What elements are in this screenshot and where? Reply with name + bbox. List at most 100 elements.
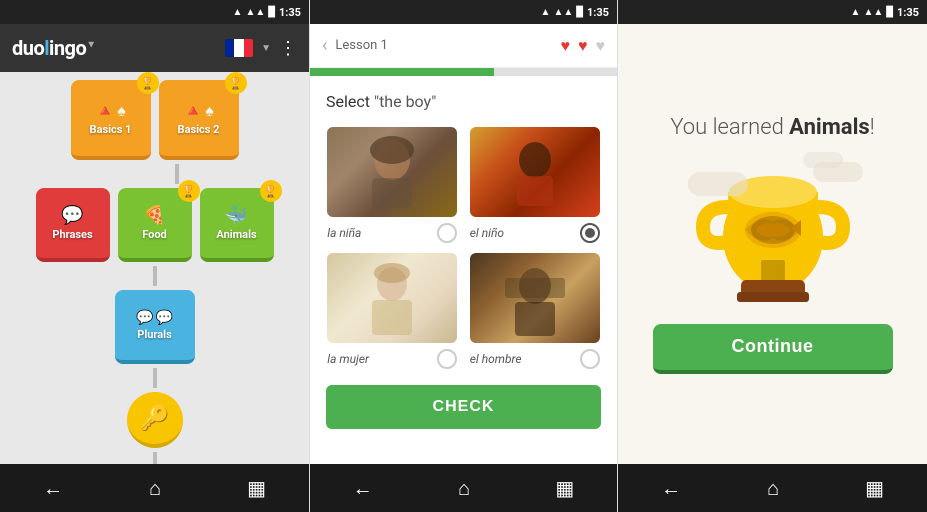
connector-4 — [153, 452, 157, 464]
skill-label-basics1: Basics 1 — [90, 123, 132, 136]
radio-mujer[interactable] — [437, 349, 457, 369]
skill-icon-basics1: 🔺 ♠ — [95, 101, 125, 121]
skill-label-food: Food — [142, 228, 167, 241]
radio-nino[interactable] — [580, 223, 600, 243]
skill-basics2[interactable]: 🏆 🔺 ♠ Basics 2 — [159, 80, 239, 160]
question-text: Select "the boy" — [326, 92, 601, 111]
choice-el-nino[interactable]: el niño — [469, 127, 602, 243]
question-quoted: "the boy" — [374, 92, 436, 111]
heart-2: ♥ — [578, 36, 588, 56]
check-button[interactable]: Check — [326, 385, 601, 429]
nav-apps-complete[interactable]: ▦ — [849, 468, 900, 508]
trophy-food: 🏆 — [178, 180, 200, 202]
cloud-left — [688, 172, 748, 196]
skill-label-basics2: Basics 2 — [178, 123, 220, 136]
time-display-map: 1:35 — [279, 6, 301, 19]
skill-label-phrases: Phrases — [52, 228, 92, 241]
woman-overlay — [327, 253, 457, 343]
signal-icon: ▲▲ — [245, 7, 265, 18]
nav-apps-map[interactable]: ▦ — [231, 468, 282, 508]
battery-icon-lesson: ▉ — [576, 7, 584, 18]
heart-3: ♥ — [596, 36, 606, 56]
nav-back-complete[interactable]: ← — [645, 468, 697, 509]
battery-icon-complete: ▉ — [886, 7, 894, 18]
nav-back-map[interactable]: ← — [27, 468, 79, 509]
choice-image-man — [470, 253, 600, 343]
flag-red-stripe — [244, 39, 253, 57]
time-display-lesson: 1:35 — [587, 6, 609, 19]
skills-row-2: 💬 Phrases 🏆 🍕 Food 🏆 🐳 Animals — [36, 188, 274, 262]
completion-content: You learned Animals! — [618, 24, 927, 464]
skill-map: 🏆 🔺 ♠ Basics 1 🏆 🔺 ♠ Basics 2 — [0, 72, 309, 464]
trophy-animals: 🏆 — [260, 180, 282, 202]
nav-bar-map: ← ⌂ ▦ — [0, 464, 309, 512]
radio-nina[interactable] — [437, 223, 457, 243]
skills-row-3: 💬 💬 Plurals — [115, 290, 195, 364]
continue-button[interactable]: Continue — [653, 324, 893, 374]
skill-food[interactable]: 🏆 🍕 Food — [118, 188, 192, 262]
choice-label-nino: el niño — [470, 226, 504, 240]
lesson-title: Lesson 1 — [335, 38, 552, 53]
time-display-complete: 1:35 — [897, 6, 919, 19]
battery-icon: ▉ — [268, 7, 276, 18]
lesson-header: ‹ Lesson 1 ♥ ♥ ♥ — [310, 24, 617, 68]
choice-la-nina[interactable]: la niña — [326, 127, 459, 243]
learned-suffix: ! — [870, 115, 875, 140]
choice-label-row-mujer: la mujer — [327, 349, 457, 369]
skills-row-1: 🏆 🔺 ♠ Basics 1 🏆 🔺 ♠ Basics 2 — [71, 80, 239, 160]
radio-hombre[interactable] — [580, 349, 600, 369]
nav-apps-lesson[interactable]: ▦ — [539, 468, 590, 508]
nav-back-lesson[interactable]: ← — [337, 468, 389, 509]
nav-home-complete[interactable]: ⌂ — [751, 468, 795, 509]
app-logo: duolingo▼ — [12, 36, 96, 60]
lock-node: 🔑 — [127, 392, 183, 448]
man-overlay — [470, 253, 600, 343]
trophy-basics1: 🏆 — [137, 72, 159, 94]
boy-silhouette — [495, 132, 575, 212]
choices-grid: la niña el niño — [326, 127, 601, 369]
choice-el-hombre[interactable]: el hombre — [469, 253, 602, 369]
skill-basics1[interactable]: 🏆 🔺 ♠ Basics 1 — [71, 80, 151, 160]
learned-text: You learned Animals! — [670, 115, 874, 140]
trophy-basics2: 🏆 — [225, 72, 247, 94]
nav-home-map[interactable]: ⌂ — [133, 468, 177, 509]
flag-dropdown-icon: ▼ — [261, 43, 271, 54]
wifi-icon: ▲ — [233, 7, 243, 18]
flag-white-stripe — [234, 39, 243, 57]
choice-label-hombre: el hombre — [470, 352, 522, 366]
skill-phrases[interactable]: 💬 Phrases — [36, 188, 110, 262]
skill-label-plurals: Plurals — [137, 328, 171, 341]
header-right: ▼ ⋮ — [225, 38, 297, 59]
wifi-icon-lesson: ▲ — [541, 7, 551, 18]
girl-silhouette — [352, 132, 432, 212]
choice-label-mujer: la mujer — [327, 352, 369, 366]
logo-rest: ingo — [49, 36, 86, 60]
choice-la-mujer[interactable]: la mujer — [326, 253, 459, 369]
skill-icon-plurals: 💬 💬 — [136, 310, 173, 326]
learned-prefix: You learned — [670, 115, 789, 140]
choice-image-boy — [470, 127, 600, 217]
status-bar-map: ▲ ▲▲ ▉ 1:35 — [0, 0, 309, 24]
app-header: duolingo▼ ▼ ⋮ — [0, 24, 309, 72]
choice-label-nina: la niña — [327, 226, 361, 240]
nav-home-lesson[interactable]: ⌂ — [442, 468, 486, 509]
lesson-back-arrow[interactable]: ‹ — [322, 35, 327, 56]
wifi-icon-complete: ▲ — [851, 7, 861, 18]
connector-1 — [175, 164, 179, 184]
question-prompt: Select — [326, 92, 370, 111]
skill-animals[interactable]: 🏆 🐳 Animals — [200, 188, 274, 262]
skill-icon-basics2: 🔺 ♠ — [183, 101, 213, 121]
flag-blue-stripe — [225, 39, 234, 57]
woman-silhouette — [352, 258, 432, 338]
trophy-area — [683, 152, 863, 312]
learned-subject: Animals — [789, 115, 870, 140]
logo-text: duo — [12, 36, 44, 60]
skill-icon-phrases: 💬 — [61, 205, 83, 226]
status-bar-lesson: ▲ ▲▲ ▉ 1:35 — [310, 0, 617, 24]
status-icons-map: ▲ ▲▲ ▉ 1:35 — [233, 6, 301, 19]
logo-dot: ▼ — [86, 39, 95, 50]
menu-icon[interactable]: ⋮ — [279, 38, 297, 59]
girl-overlay — [327, 127, 457, 217]
skill-plurals[interactable]: 💬 💬 Plurals — [115, 290, 195, 364]
language-flag[interactable] — [225, 39, 253, 57]
